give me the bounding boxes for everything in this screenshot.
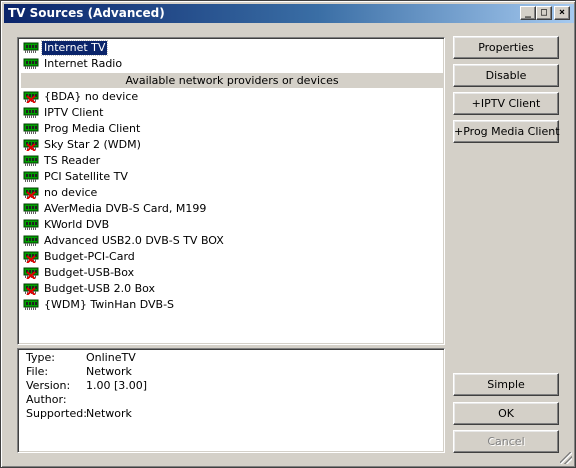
cancel-button[interactable]: Cancel: [453, 430, 559, 453]
disabled-device-icon: [23, 139, 39, 151]
list-item[interactable]: Internet Radio: [21, 56, 443, 72]
ok-button[interactable]: OK: [453, 402, 559, 425]
maximize-button[interactable]: □: [536, 6, 552, 20]
tuner-card-icon: [23, 155, 39, 166]
tuner-card-icon: [23, 58, 39, 69]
tuner-card-icon: [23, 203, 39, 214]
list-item[interactable]: Budget-USB-Box: [21, 265, 443, 281]
list-item-label: IPTV Client: [44, 106, 104, 119]
list-item-label: KWorld DVB: [44, 218, 110, 231]
list-item[interactable]: Advanced USB2.0 DVB-S TV BOX: [21, 233, 443, 249]
tuner-card-icon: [23, 123, 39, 134]
list-item[interactable]: Budget-USB 2.0 Box: [21, 281, 443, 297]
list-item-label: Internet Radio: [44, 57, 123, 70]
tuner-card-icon: [23, 107, 39, 118]
tuner-card-icon: [23, 171, 39, 182]
disabled-device-icon: [23, 91, 39, 103]
list-item[interactable]: AVerMedia DVB-S Card, M199: [21, 201, 443, 217]
list-item-label: {BDA} no device: [44, 90, 139, 103]
list-item[interactable]: Internet TV: [21, 40, 443, 56]
info-file-value: Network: [86, 365, 132, 378]
tuner-card-icon: [23, 299, 39, 310]
disabled-device-icon: [23, 267, 39, 279]
list-item-label: Internet TV: [40, 40, 109, 56]
list-item-label: {WDM} TwinHan DVB-S: [44, 298, 175, 311]
list-item-label: Sky Star 2 (WDM): [44, 138, 141, 151]
list-item-label: TS Reader: [44, 154, 101, 167]
info-supported-label: Supported:: [26, 407, 87, 420]
list-item-label: Advanced USB2.0 DVB-S TV BOX: [44, 234, 224, 247]
simple-button[interactable]: Simple: [453, 373, 559, 396]
section-header: Available network providers or devices: [21, 73, 443, 88]
info-supported-value: Network: [86, 407, 132, 420]
list-item[interactable]: KWorld DVB: [21, 217, 443, 233]
disabled-device-icon: [23, 251, 39, 263]
window-title: TV Sources (Advanced): [8, 6, 165, 20]
title-bar[interactable]: TV Sources (Advanced) _ □ ×: [4, 4, 574, 23]
list-item[interactable]: no device: [21, 185, 443, 201]
dialog-window: TV Sources (Advanced) _ □ × Internet TV I…: [0, 0, 576, 468]
add-iptv-client-button[interactable]: +IPTV Client: [453, 92, 559, 115]
list-item-label: PCI Satellite TV: [44, 170, 128, 183]
resize-grip-icon[interactable]: [560, 452, 572, 464]
disabled-device-icon: [23, 283, 39, 295]
disabled-device-icon: [23, 187, 39, 199]
source-list[interactable]: Internet TV Internet Radio Available netwo…: [17, 37, 445, 345]
list-item-label: Prog Media Client: [44, 122, 141, 135]
minimize-button[interactable]: _: [520, 6, 536, 20]
list-item-label: Budget-USB 2.0 Box: [44, 282, 156, 295]
list-item[interactable]: Sky Star 2 (WDM): [21, 137, 443, 153]
info-author-label: Author:: [26, 393, 67, 406]
info-file-label: File:: [26, 365, 49, 378]
add-prog-media-client-button[interactable]: +Prog Media Client: [453, 120, 560, 143]
list-item[interactable]: {WDM} TwinHan DVB-S: [21, 297, 443, 313]
info-version-value: 1.00 [3.00]: [86, 379, 148, 392]
list-item-label: no device: [44, 186, 98, 199]
list-item[interactable]: PCI Satellite TV: [21, 169, 443, 185]
tuner-card-icon: [23, 235, 39, 246]
list-item[interactable]: {BDA} no device: [21, 89, 443, 105]
list-item[interactable]: IPTV Client: [21, 105, 443, 121]
info-type-value: OnlineTV: [86, 351, 136, 364]
close-button[interactable]: ×: [554, 6, 570, 20]
tuner-card-icon: [23, 42, 39, 53]
properties-button[interactable]: Properties: [453, 36, 559, 59]
list-item-label: AVerMedia DVB-S Card, M199: [44, 202, 207, 215]
list-item[interactable]: Budget-PCI-Card: [21, 249, 443, 265]
info-version-label: Version:: [26, 379, 71, 392]
info-type-label: Type:: [26, 351, 55, 364]
list-item-label: Budget-USB-Box: [44, 266, 135, 279]
list-item[interactable]: Prog Media Client: [21, 121, 443, 137]
list-item[interactable]: TS Reader: [21, 153, 443, 169]
info-panel: Type: OnlineTV File: Network Version: 1.…: [17, 348, 445, 453]
list-item-label: Budget-PCI-Card: [44, 250, 135, 263]
disable-button[interactable]: Disable: [453, 64, 559, 87]
tuner-card-icon: [23, 219, 39, 230]
